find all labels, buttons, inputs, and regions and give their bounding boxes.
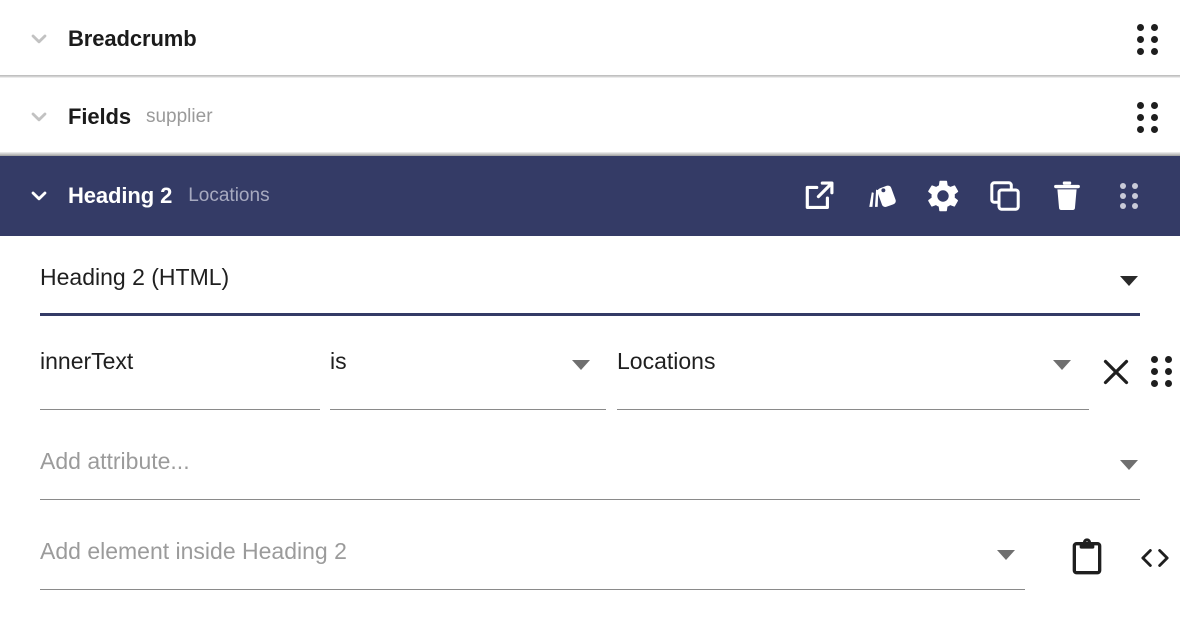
trash-icon[interactable] <box>1036 165 1098 227</box>
field-underline <box>40 499 1140 500</box>
section-row-fields[interactable]: Fields supplier <box>0 78 1180 156</box>
chevron-down-icon[interactable] <box>22 22 56 56</box>
selected-section-header[interactable]: Heading 2 Locations <box>0 152 1180 236</box>
open-in-new-icon[interactable] <box>788 165 850 227</box>
add-attribute-placeholder: Add attribute... <box>40 448 190 474</box>
drag-handle-icon[interactable] <box>1137 23 1158 55</box>
element-editor-panel: Breadcrumb Fields supplier Heading 2 Loc… <box>0 0 1180 618</box>
element-editor-form: Heading 2 (HTML) innerText is Locations <box>0 250 1180 590</box>
section-title: Breadcrumb <box>68 26 197 51</box>
gear-icon[interactable] <box>912 165 974 227</box>
code-brackets-icon[interactable] <box>1130 536 1180 580</box>
attribute-name-input[interactable]: innerText <box>40 338 320 410</box>
selected-section-subtitle: Locations <box>188 185 270 206</box>
selected-section-toolbar <box>788 165 1160 227</box>
add-attribute-select[interactable]: Add attribute... <box>20 438 1160 500</box>
add-element-select[interactable]: Add element inside Heading 2 <box>20 528 1169 590</box>
attribute-row: innerText is Locations <box>20 338 1172 410</box>
section-title: Fields <box>68 104 131 129</box>
element-type-select[interactable]: Heading 2 (HTML) <box>20 250 1160 316</box>
field-underline <box>40 589 1025 590</box>
style-swatches-icon[interactable] <box>850 165 912 227</box>
caret-down-icon[interactable] <box>997 550 1015 560</box>
field-underline <box>330 409 606 410</box>
attribute-name-value: innerText <box>40 348 134 374</box>
section-subtitle: supplier <box>145 106 213 127</box>
chevron-down-icon[interactable] <box>22 179 56 213</box>
drag-handle-icon[interactable] <box>1098 165 1160 227</box>
attribute-operator-select[interactable]: is <box>330 338 606 410</box>
add-element-placeholder: Add element inside Heading 2 <box>40 538 347 564</box>
attribute-value-select[interactable]: Locations <box>617 338 1089 410</box>
caret-down-icon[interactable] <box>572 360 590 370</box>
element-type-value: Heading 2 (HTML) <box>40 264 230 290</box>
chevron-down-icon[interactable] <box>22 100 56 134</box>
caret-down-icon[interactable] <box>1053 360 1071 370</box>
caret-down-icon[interactable] <box>1120 276 1138 286</box>
drag-handle-icon[interactable] <box>1151 356 1172 387</box>
attribute-operator-value: is <box>330 348 347 374</box>
caret-down-icon[interactable] <box>1120 460 1138 470</box>
close-icon[interactable] <box>1098 354 1134 390</box>
attribute-value-value: Locations <box>617 348 716 374</box>
field-underline <box>40 409 320 410</box>
field-underline <box>40 313 1140 316</box>
drag-handle-icon[interactable] <box>1137 101 1158 133</box>
copy-icon[interactable] <box>974 165 1036 227</box>
clipboard-paste-icon[interactable] <box>1064 534 1110 580</box>
section-row-breadcrumb[interactable]: Breadcrumb <box>0 0 1180 78</box>
selected-section-title: Heading 2 <box>68 183 173 208</box>
field-underline <box>617 409 1089 410</box>
